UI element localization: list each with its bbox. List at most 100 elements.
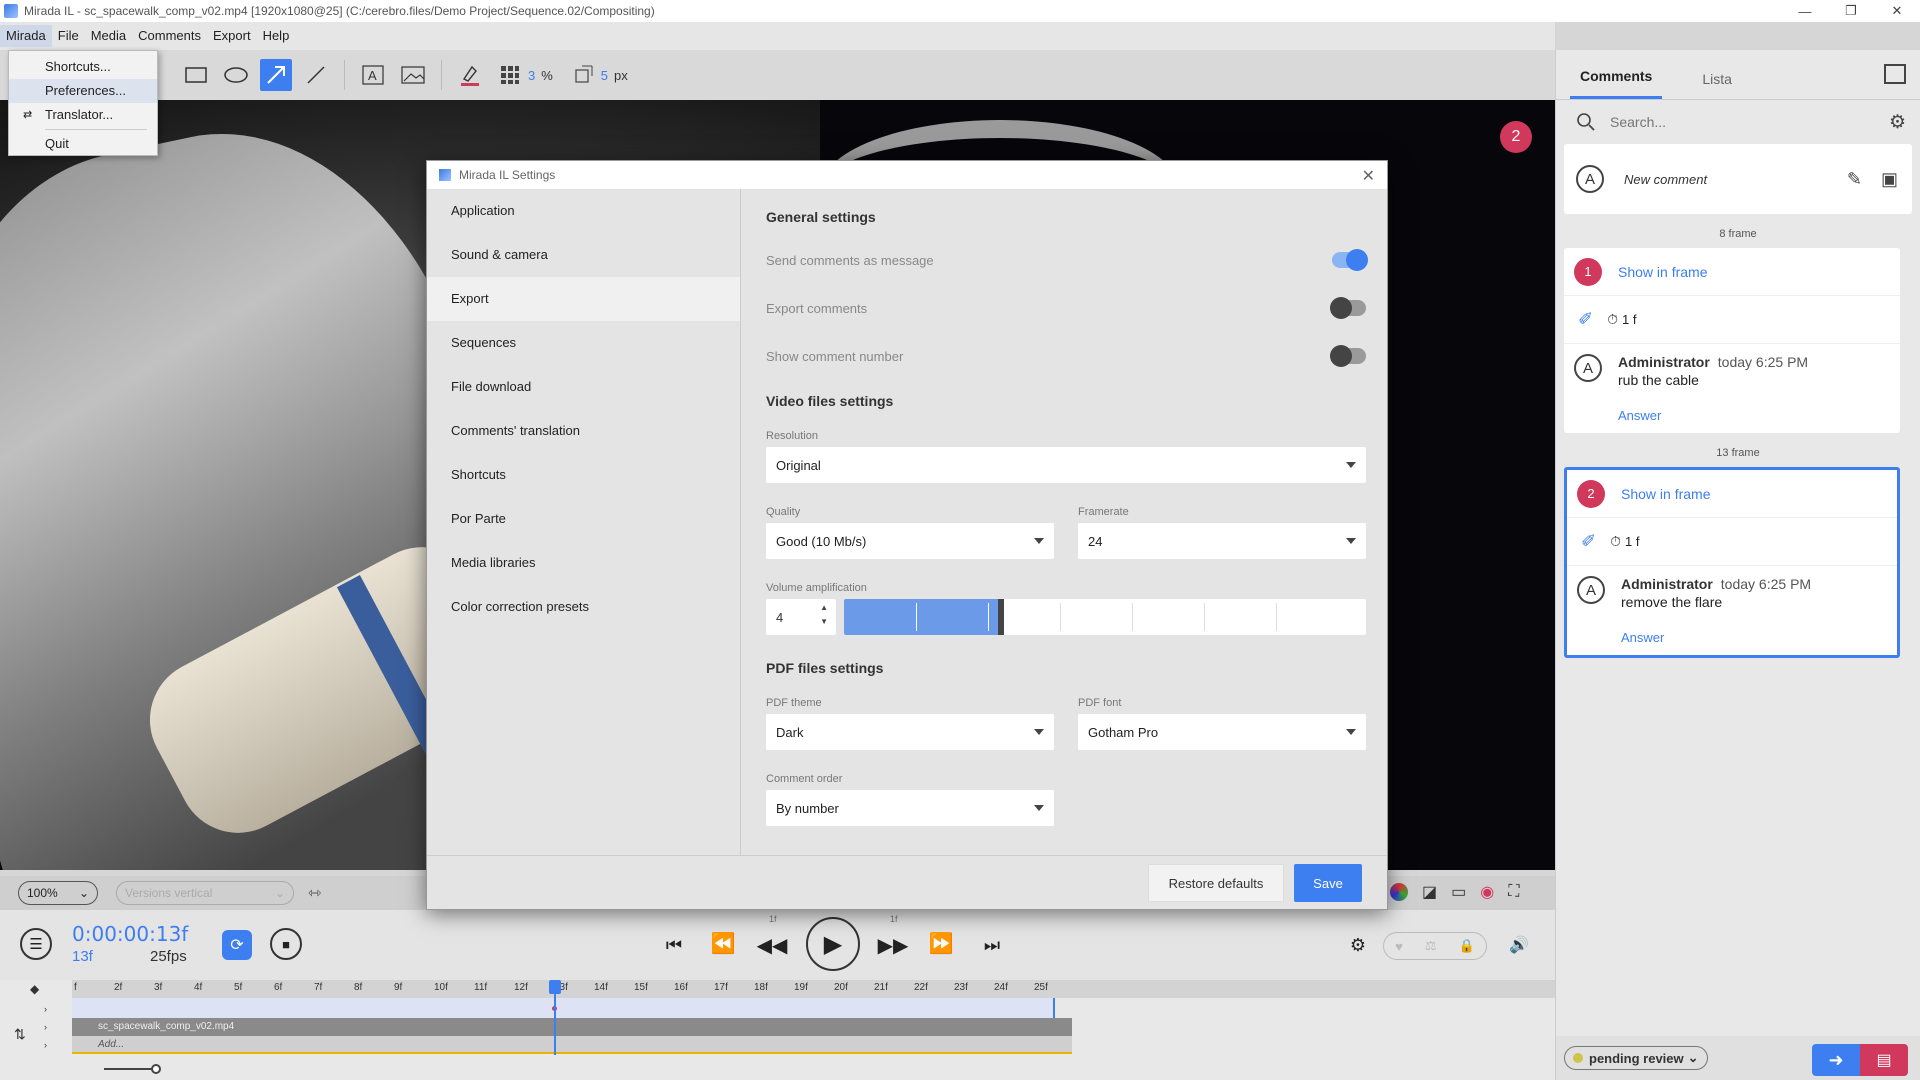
menu-mirada[interactable]: Mirada xyxy=(0,25,52,47)
new-comment-placeholder[interactable]: New comment xyxy=(1624,172,1707,187)
text-tool-icon[interactable]: A xyxy=(357,59,389,91)
rating-controls[interactable]: ♥ ⚖ 🔒 xyxy=(1383,932,1487,960)
nav-media-libraries[interactable]: Media libraries xyxy=(427,541,740,585)
send-comments-toggle[interactable] xyxy=(1332,249,1368,271)
export-comments-toggle[interactable] xyxy=(1330,297,1366,319)
menu-file[interactable]: File xyxy=(52,25,85,47)
out-point[interactable] xyxy=(1053,998,1055,1018)
volume-spinner[interactable]: 4 ▲ ▼ xyxy=(766,599,836,635)
lock-icon[interactable]: 🔒 xyxy=(1459,938,1475,954)
comment-card-selected[interactable]: 2 Show in frame ✐ ⏱ 1 f A Administrator t… xyxy=(1564,467,1900,658)
rectangle-tool-icon[interactable] xyxy=(180,59,212,91)
nav-color-presets[interactable]: Color correction presets xyxy=(427,585,740,629)
stroke-size-icon[interactable] xyxy=(567,59,599,91)
playhead-handle[interactable] xyxy=(549,980,561,994)
comments-list-icon[interactable]: ☰ xyxy=(20,928,52,960)
volume-slider[interactable] xyxy=(844,599,1366,635)
split-handle-icon[interactable]: ⇿ xyxy=(308,883,321,903)
stop-icon[interactable]: ■ xyxy=(270,928,302,960)
keyframe-icon[interactable]: ◆ xyxy=(30,982,39,996)
menu-export[interactable]: Export xyxy=(207,25,257,47)
volume-icon[interactable]: 🔊 xyxy=(1506,932,1532,958)
spinner-arrows-icon[interactable]: ▲ ▼ xyxy=(820,601,828,629)
clip-track[interactable]: sc_spacewalk_comp_v02.mp4 xyxy=(72,1018,1072,1036)
timeline[interactable]: ◆ › › › ⇅ f2f3f4f5f6f7f8f9f10f11f12f13f1… xyxy=(0,980,1555,1080)
nav-export[interactable]: Export xyxy=(427,277,740,321)
menu-help[interactable]: Help xyxy=(257,25,296,47)
skip-end-icon[interactable]: ⏭ xyxy=(978,930,1006,960)
answer-link[interactable]: Answer xyxy=(1621,630,1811,645)
step-back-icon[interactable]: ◀◀ xyxy=(757,930,788,960)
loop-icon[interactable]: ⟳ xyxy=(222,930,252,960)
resolution-select[interactable]: Original xyxy=(766,447,1366,483)
timeline-ruler[interactable]: f2f3f4f5f6f7f8f9f10f11f12f13f14f15f16f17… xyxy=(72,980,1555,998)
next-comment-icon[interactable]: ⏩ xyxy=(926,928,956,958)
sort-icon[interactable]: ⇅ xyxy=(14,1026,26,1043)
menu-translator[interactable]: ⇄ Translator... xyxy=(9,103,157,127)
exposure-icon[interactable]: ◪ xyxy=(1422,882,1437,902)
grid-value[interactable]: 3 xyxy=(528,68,535,83)
pdf-font-select[interactable]: Gotham Pro xyxy=(1078,714,1366,750)
image-tool-icon[interactable] xyxy=(397,59,429,91)
status-select[interactable]: pending review ⌄ xyxy=(1564,1046,1708,1070)
grid-icon[interactable] xyxy=(494,59,526,91)
gear-icon[interactable]: ⚙ xyxy=(1889,111,1906,134)
nav-application[interactable]: Application xyxy=(427,189,740,233)
scale-icon[interactable]: ⚖ xyxy=(1425,938,1437,954)
nav-comments-translation[interactable]: Comments' translation xyxy=(427,409,740,453)
versions-select[interactable]: Versions vertical ⌄ xyxy=(116,881,294,905)
show-number-toggle[interactable] xyxy=(1330,345,1366,367)
show-in-frame-link[interactable]: Show in frame xyxy=(1621,486,1710,502)
draw-comment-icon[interactable]: ✎ xyxy=(1847,169,1862,190)
close-icon[interactable]: ✕ xyxy=(1362,166,1375,186)
skip-start-icon[interactable]: ⏮ xyxy=(660,930,688,960)
menu-comments[interactable]: Comments xyxy=(132,25,207,47)
comment-order-select[interactable]: By number xyxy=(766,790,1054,826)
ellipse-tool-icon[interactable] xyxy=(220,59,252,91)
quality-select[interactable]: Good (10 Mb/s) xyxy=(766,523,1054,559)
color-channels-icon[interactable] xyxy=(1390,883,1408,901)
search-input[interactable] xyxy=(1610,114,1870,130)
eye-icon[interactable]: ◉ xyxy=(1480,882,1494,902)
zoom-select[interactable]: 100% ⌄ xyxy=(18,881,98,905)
minimize-button[interactable]: — xyxy=(1782,0,1828,22)
safe-frame-icon[interactable]: ▭ xyxy=(1451,882,1466,902)
expand-icon[interactable]: › xyxy=(44,1040,47,1050)
nav-por-parte[interactable]: Por Parte xyxy=(427,497,740,541)
save-button[interactable]: Save xyxy=(1294,864,1362,902)
pdf-icon[interactable]: ▤ xyxy=(1860,1044,1908,1076)
framerate-select[interactable]: 24 xyxy=(1078,523,1366,559)
zoom-slider-handle[interactable] xyxy=(151,1064,161,1074)
nav-sequences[interactable]: Sequences xyxy=(427,321,740,365)
collapse-panel-icon[interactable] xyxy=(1884,64,1906,84)
send-icon[interactable]: ➜ xyxy=(1812,1044,1860,1076)
expand-icon[interactable]: › xyxy=(44,1022,47,1032)
comments-track[interactable] xyxy=(72,998,1055,1018)
play-button[interactable]: ▶ xyxy=(806,917,860,971)
nav-shortcuts[interactable]: Shortcuts xyxy=(427,453,740,497)
maximize-button[interactable]: ❐ xyxy=(1828,0,1874,22)
color-picker-icon[interactable] xyxy=(454,59,486,91)
menu-quit[interactable]: Quit xyxy=(9,132,157,156)
menu-shortcuts[interactable]: Shortcuts... xyxy=(9,55,157,79)
nav-file-download[interactable]: File download xyxy=(427,365,740,409)
comment-marker[interactable]: 2 xyxy=(1500,121,1532,153)
answer-link[interactable]: Answer xyxy=(1618,408,1808,423)
restore-defaults-button[interactable]: Restore defaults xyxy=(1148,864,1284,902)
size-value[interactable]: 5 xyxy=(601,68,608,83)
comment-card[interactable]: 1 Show in frame ✐ ⏱ 1 f A Administrator t… xyxy=(1564,248,1900,433)
video-comment-icon[interactable]: ▣ xyxy=(1881,169,1898,190)
heart-icon[interactable]: ♥ xyxy=(1395,939,1403,954)
pdf-theme-select[interactable]: Dark xyxy=(766,714,1054,750)
fullscreen-icon[interactable]: ⛶ xyxy=(1508,883,1519,901)
new-comment-box[interactable]: A New comment ✎ ▣ xyxy=(1564,144,1912,214)
menu-media[interactable]: Media xyxy=(85,25,132,47)
tab-lista[interactable]: Lista xyxy=(1692,71,1742,99)
add-track[interactable]: Add... xyxy=(72,1036,1072,1054)
menu-preferences[interactable]: Preferences... xyxy=(9,79,157,103)
prev-comment-icon[interactable]: ⏪ xyxy=(708,928,738,958)
step-forward-icon[interactable]: ▶▶ xyxy=(878,930,909,960)
close-window-button[interactable]: ✕ xyxy=(1874,0,1920,22)
expand-icon[interactable]: › xyxy=(44,1004,47,1014)
volume-slider-handle[interactable] xyxy=(998,599,1004,635)
